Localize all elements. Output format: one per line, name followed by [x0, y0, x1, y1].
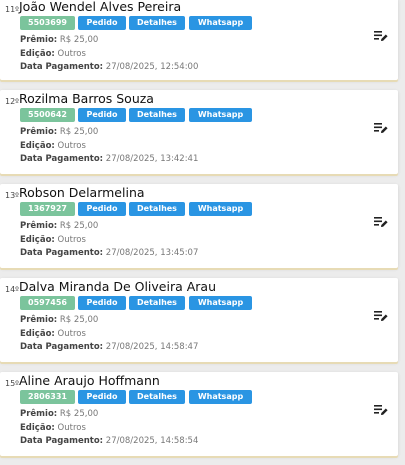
pedido-button[interactable]: Pedido — [78, 390, 126, 404]
ticket-code-badge: 2806331 — [20, 390, 75, 404]
premio-value: R$ 25,00 — [59, 221, 99, 231]
premio-line: Prêmio: R$ 25,00 — [20, 35, 98, 45]
detalhes-button[interactable]: Detalhes — [129, 108, 185, 122]
pedido-button[interactable]: Pedido — [78, 16, 126, 30]
winner-name: Robson Delarmelina — [19, 185, 145, 200]
premio-line: Prêmio: R$ 25,00 — [20, 315, 98, 325]
pedido-button[interactable]: Pedido — [78, 296, 126, 310]
data-pagamento-value: 27/08/2025, 13:45:07 — [105, 248, 199, 258]
winner-card: 11º João Wendel Alves Pereira 5503699 Pe… — [0, 0, 398, 80]
winner-name: João Wendel Alves Pereira — [19, 0, 182, 14]
edicao-label: Edição: — [20, 235, 55, 245]
data-pagamento-label: Data Pagamento: — [20, 248, 104, 258]
premio-label: Prêmio: — [20, 409, 58, 419]
playlist-edit-icon[interactable] — [374, 216, 388, 228]
whatsapp-button[interactable]: Whatsapp — [189, 16, 252, 30]
edicao-value: Outros — [57, 423, 86, 433]
premio-label: Prêmio: — [20, 315, 58, 325]
data-pagamento-line: Data Pagamento: 27/08/2025, 12:54:00 — [20, 62, 198, 72]
data-pagamento-line: Data Pagamento: 27/08/2025, 13:45:07 — [20, 248, 198, 258]
detalhes-button[interactable]: Detalhes — [129, 390, 185, 404]
edicao-line: Edição: Outros — [20, 329, 86, 339]
data-pagamento-value: 27/08/2025, 14:58:54 — [105, 436, 199, 446]
winner-name: Aline Araujo Hoffmann — [19, 373, 160, 388]
ticket-code-badge: 1367927 — [20, 202, 75, 216]
edicao-value: Outros — [57, 141, 86, 151]
winner-card: 13º Robson Delarmelina 1367927 Pedido De… — [0, 184, 398, 268]
edicao-value: Outros — [57, 49, 86, 59]
premio-line: Prêmio: R$ 25,00 — [20, 409, 98, 419]
data-pagamento-value: 27/08/2025, 13:42:41 — [105, 154, 199, 164]
edicao-line: Edição: Outros — [20, 49, 86, 59]
playlist-edit-icon[interactable] — [374, 30, 388, 42]
data-pagamento-label: Data Pagamento: — [20, 342, 104, 352]
playlist-edit-icon[interactable] — [374, 404, 388, 416]
data-pagamento-value: 27/08/2025, 14:58:47 — [105, 342, 199, 352]
data-pagamento-value: 27/08/2025, 12:54:00 — [105, 62, 199, 72]
rank-label: 12º — [5, 97, 19, 106]
whatsapp-button[interactable]: Whatsapp — [189, 390, 252, 404]
premio-label: Prêmio: — [20, 127, 58, 137]
winner-card: 15º Aline Araujo Hoffmann 2806331 Pedido… — [0, 372, 398, 456]
winner-name: Dalva Miranda De Oliveira Arau — [19, 279, 217, 294]
data-pagamento-label: Data Pagamento: — [20, 436, 104, 446]
rank-label: 14º — [5, 285, 19, 294]
premio-label: Prêmio: — [20, 221, 58, 231]
detalhes-button[interactable]: Detalhes — [129, 202, 185, 216]
edicao-line: Edição: Outros — [20, 141, 86, 151]
playlist-edit-icon[interactable] — [374, 122, 388, 134]
premio-value: R$ 25,00 — [59, 127, 99, 137]
premio-value: R$ 25,00 — [59, 315, 99, 325]
edicao-value: Outros — [57, 235, 86, 245]
premio-value: R$ 25,00 — [59, 35, 99, 45]
premio-line: Prêmio: R$ 25,00 — [20, 221, 98, 231]
edicao-value: Outros — [57, 329, 86, 339]
rank-label: 13º — [5, 191, 19, 200]
data-pagamento-line: Data Pagamento: 27/08/2025, 13:42:41 — [20, 154, 198, 164]
ticket-code-badge: 0597456 — [20, 296, 75, 310]
edicao-line: Edição: Outros — [20, 423, 86, 433]
detalhes-button[interactable]: Detalhes — [129, 296, 185, 310]
edicao-label: Edição: — [20, 423, 55, 433]
pedido-button[interactable]: Pedido — [78, 108, 126, 122]
ticket-code-badge: 5500642 — [20, 108, 75, 122]
data-pagamento-label: Data Pagamento: — [20, 62, 104, 72]
edicao-line: Edição: Outros — [20, 235, 86, 245]
data-pagamento-label: Data Pagamento: — [20, 154, 104, 164]
playlist-edit-icon[interactable] — [374, 310, 388, 322]
winner-card: 14º Dalva Miranda De Oliveira Arau 05974… — [0, 278, 398, 362]
premio-label: Prêmio: — [20, 35, 58, 45]
edicao-label: Edição: — [20, 141, 55, 151]
edicao-label: Edição: — [20, 49, 55, 59]
rank-label: 15º — [5, 379, 19, 388]
whatsapp-button[interactable]: Whatsapp — [189, 108, 252, 122]
premio-line: Prêmio: R$ 25,00 — [20, 127, 98, 137]
edicao-label: Edição: — [20, 329, 55, 339]
pedido-button[interactable]: Pedido — [78, 202, 126, 216]
ticket-code-badge: 5503699 — [20, 16, 75, 30]
rank-label: 11º — [5, 5, 19, 14]
data-pagamento-line: Data Pagamento: 27/08/2025, 14:58:47 — [20, 342, 198, 352]
detalhes-button[interactable]: Detalhes — [129, 16, 185, 30]
winner-card: 12º Rozilma Barros Souza 5500642 Pedido … — [0, 90, 398, 174]
whatsapp-button[interactable]: Whatsapp — [189, 296, 252, 310]
whatsapp-button[interactable]: Whatsapp — [189, 202, 252, 216]
winner-name: Rozilma Barros Souza — [19, 91, 154, 106]
premio-value: R$ 25,00 — [59, 409, 99, 419]
data-pagamento-line: Data Pagamento: 27/08/2025, 14:58:54 — [20, 436, 198, 446]
